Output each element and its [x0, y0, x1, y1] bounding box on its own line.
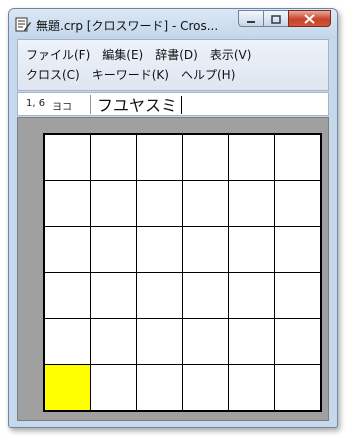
menu-edit[interactable]: 編集(E) — [102, 46, 143, 63]
grid-cell[interactable] — [275, 273, 320, 318]
menu-bar: ファイル(F) 編集(E) 辞書(D) 表示(V) クロス(C) キーワード(K… — [17, 39, 329, 91]
divider — [90, 95, 91, 114]
grid-cell[interactable] — [137, 227, 182, 272]
grid-cell[interactable] — [45, 319, 90, 364]
window-title: 無題.crp [クロスワード] - Cros... — [36, 19, 219, 33]
app-icon[interactable] — [15, 16, 31, 32]
app-window: 無題.crp [クロスワード] - Cros... ファイル(F) 編集(E) … — [8, 8, 338, 428]
menu-dictionary[interactable]: 辞書(D) — [155, 46, 198, 63]
grid-cell[interactable] — [229, 319, 274, 364]
grid-cell[interactable] — [137, 181, 182, 226]
grid-cell[interactable] — [45, 273, 90, 318]
direction-label: ヨコ — [52, 102, 72, 113]
grid-cell-selected[interactable] — [45, 365, 90, 410]
grid-cell[interactable] — [45, 181, 90, 226]
grid-cell[interactable] — [183, 135, 228, 180]
grid-cell[interactable] — [91, 319, 136, 364]
menu-file[interactable]: ファイル(F) — [26, 46, 90, 63]
cell-position: 1, 6 — [26, 98, 46, 109]
grid-cell[interactable] — [45, 135, 90, 180]
grid-cell[interactable] — [183, 319, 228, 364]
minimize-button[interactable] — [238, 10, 264, 27]
grid-cell[interactable] — [91, 227, 136, 272]
menu-keyword[interactable]: キーワード(K) — [92, 66, 169, 83]
crossword-grid[interactable] — [43, 133, 322, 412]
grid-cell[interactable] — [275, 181, 320, 226]
grid-cell[interactable] — [137, 365, 182, 410]
menu-cross[interactable]: クロス(C) — [26, 66, 80, 83]
minimize-icon — [246, 9, 256, 28]
keyword-input[interactable] — [97, 94, 317, 114]
close-icon — [304, 9, 315, 28]
grid-cell[interactable] — [91, 365, 136, 410]
grid-cell[interactable] — [91, 135, 136, 180]
window-controls — [238, 10, 331, 28]
grid-cell[interactable] — [229, 181, 274, 226]
grid-cell[interactable] — [91, 181, 136, 226]
grid-cell[interactable] — [275, 365, 320, 410]
menu-row-2: クロス(C) キーワード(K) ヘルプ(H) — [26, 66, 247, 83]
grid-cell[interactable] — [275, 227, 320, 272]
grid-cell[interactable] — [137, 273, 182, 318]
grid-cell[interactable] — [183, 227, 228, 272]
menu-view[interactable]: 表示(V) — [210, 46, 252, 63]
grid-cell[interactable] — [183, 365, 228, 410]
grid-cell[interactable] — [137, 319, 182, 364]
close-button[interactable] — [288, 10, 331, 27]
grid-cell[interactable] — [229, 365, 274, 410]
grid-cell[interactable] — [275, 319, 320, 364]
menu-help[interactable]: ヘルプ(H) — [181, 66, 235, 83]
grid-cell[interactable] — [275, 135, 320, 180]
title-bar[interactable]: 無題.crp [クロスワード] - Cros... — [9, 9, 337, 39]
grid-cell[interactable] — [229, 273, 274, 318]
grid-cell[interactable] — [183, 181, 228, 226]
keyword-bar: 1, 6 ヨコ — [17, 92, 329, 116]
grid-cell[interactable] — [183, 273, 228, 318]
text-cursor — [181, 96, 182, 114]
menu-row-1: ファイル(F) 編集(E) 辞書(D) 表示(V) — [26, 46, 263, 63]
grid-cell[interactable] — [229, 135, 274, 180]
maximize-icon — [271, 9, 281, 28]
grid-cell[interactable] — [91, 273, 136, 318]
grid-cell[interactable] — [229, 227, 274, 272]
grid-cell[interactable] — [137, 135, 182, 180]
grid-cell[interactable] — [45, 227, 90, 272]
puzzle-canvas — [17, 117, 329, 421]
maximize-button[interactable] — [263, 10, 289, 27]
